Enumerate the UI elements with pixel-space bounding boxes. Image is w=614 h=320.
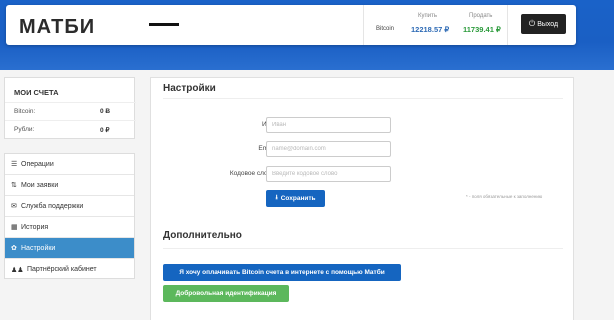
save-icon: ⭳ — [275, 194, 278, 201]
calendar-icon: ▦ — [11, 224, 18, 231]
additional-title: Дополнительно — [163, 230, 242, 241]
rates-panel: Купить Продать Bitcoin 12218.57 ₽ 11739.… — [363, 5, 508, 45]
buy-value: 12218.57 ₽ — [411, 25, 450, 34]
sidebar-menu: ☰ Операции ⇅ Мои заявки ✉ Служба поддерж… — [4, 153, 135, 279]
sell-label: Продать — [469, 13, 493, 19]
sidebar-item-my-orders[interactable]: ⇅ Мои заявки — [5, 175, 134, 196]
gear-icon: ✿ — [11, 245, 17, 252]
envelope-icon: ✉ — [11, 203, 17, 210]
sort-icon: ⇅ — [11, 182, 17, 189]
logo[interactable]: МАТБИ — [19, 16, 95, 39]
users-icon: ♟♟ — [11, 266, 24, 274]
account-row-rub: Рубли: 0 ₽ — [5, 120, 136, 138]
sidebar-item-label: Партнёрский кабинет — [27, 266, 97, 273]
sidebar-item-settings[interactable]: ✿ Настройки — [5, 238, 134, 259]
logout-button[interactable]: ⏻ Выход — [521, 14, 566, 34]
header: МАТБИ Купить Продать Bitcoin 12218.57 ₽ … — [6, 5, 576, 45]
email-field[interactable] — [266, 141, 391, 157]
buy-label: Купить — [418, 13, 437, 19]
sidebar-item-label: Мои заявки — [21, 181, 59, 189]
account-balance: 0 Ƀ — [100, 108, 111, 115]
required-note: * - поля обязательные к заполнению — [466, 194, 543, 199]
logout-icon: ⏻ — [528, 19, 536, 28]
sidebar-item-label: Операции — [21, 160, 54, 168]
save-label: Сохранить — [280, 195, 316, 202]
divider — [163, 98, 563, 99]
sell-value: 11739.41 ₽ — [463, 25, 501, 34]
logout-label: Выход — [537, 20, 559, 28]
settings-panel: Настройки Имя*: Email*: Кодовое слово*: … — [150, 77, 574, 320]
sidebar-item-support[interactable]: ✉ Служба поддержки — [5, 196, 134, 217]
list-icon: ☰ — [11, 161, 18, 168]
account-row-bitcoin: Bitcoin: 0 Ƀ — [5, 102, 136, 120]
sidebar-item-partner[interactable]: ♟♟ Партнёрский кабинет — [5, 259, 134, 280]
account-name: Рубли: — [14, 126, 35, 133]
rate-symbol: Bitcoin — [376, 26, 395, 32]
accounts-title: МОИ СЧЕТА — [14, 88, 59, 97]
pay-bitcoin-button[interactable]: Я хочу оплачивать Bitcoin счета в интерн… — [163, 264, 401, 281]
name-field[interactable] — [266, 117, 391, 133]
sidebar-item-operations[interactable]: ☰ Операции — [5, 154, 134, 175]
sidebar-item-label: Настройки — [21, 244, 56, 252]
settings-title: Настройки — [163, 83, 216, 94]
voluntary-identification-button[interactable]: Добровольная идентификация — [163, 285, 289, 302]
save-button[interactable]: ⭳ Сохранить — [266, 190, 325, 207]
redacted-bar — [149, 23, 179, 26]
sidebar-item-label: История — [21, 223, 49, 231]
code-word-field[interactable] — [266, 166, 391, 182]
sidebar-item-history[interactable]: ▦ История — [5, 217, 134, 238]
divider — [163, 248, 563, 249]
account-balance: 0 ₽ — [100, 127, 110, 134]
sidebar-item-label: Служба поддержки — [21, 202, 84, 210]
account-name: Bitcoin: — [14, 108, 36, 115]
accounts-panel: МОИ СЧЕТА Bitcoin: 0 Ƀ Рубли: 0 ₽ — [4, 77, 136, 139]
